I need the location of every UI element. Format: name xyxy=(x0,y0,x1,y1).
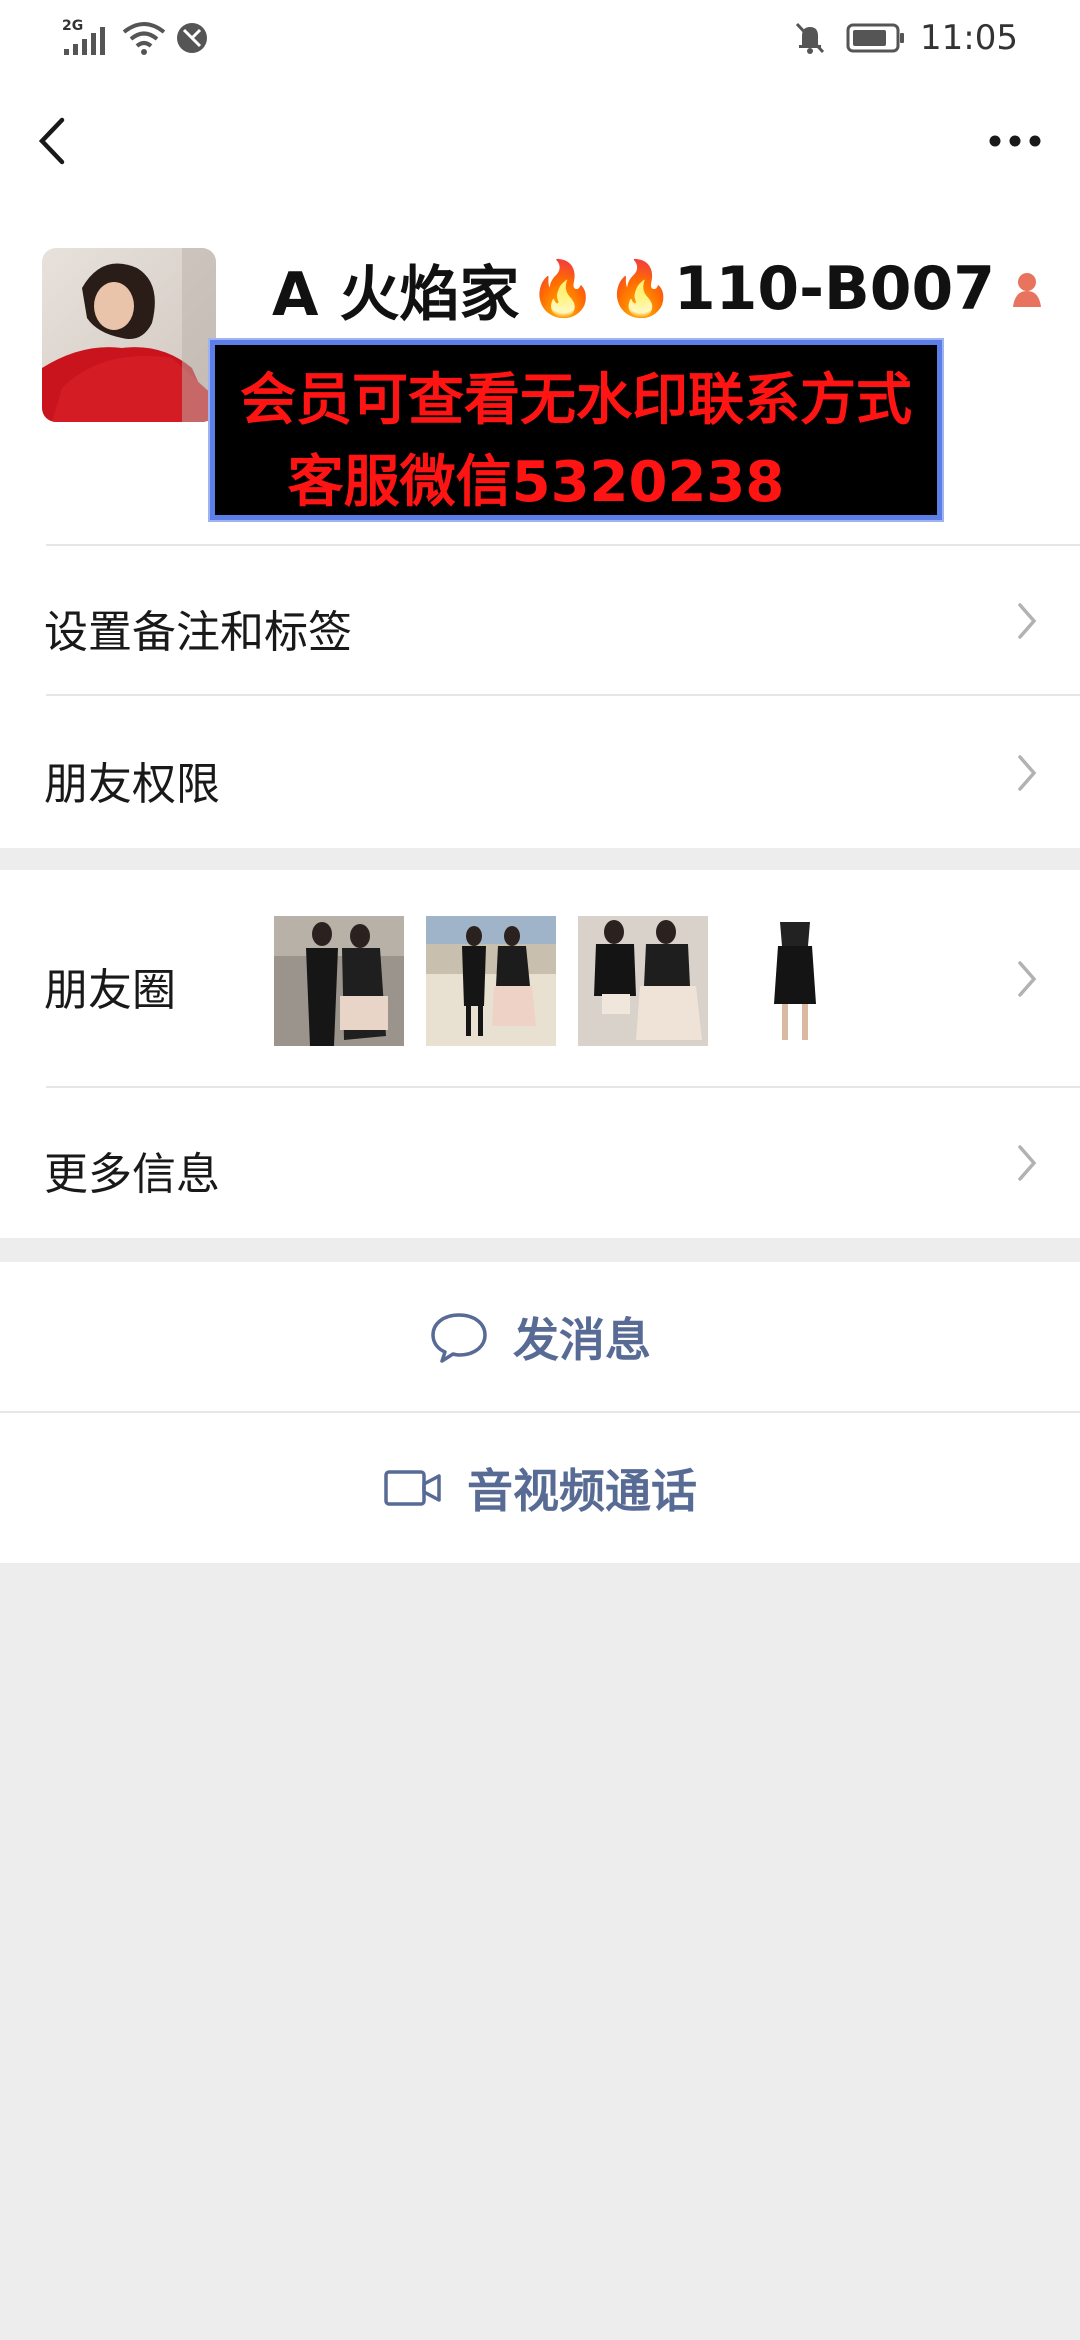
battery-icon xyxy=(846,23,905,53)
back-button[interactable] xyxy=(30,106,80,176)
moments-thumbnail xyxy=(578,916,708,1046)
nav-bar xyxy=(0,76,1080,206)
clock: 11:05 xyxy=(920,18,1018,58)
row-permission[interactable]: 朋友权限 xyxy=(0,696,1080,848)
moments-thumbnail xyxy=(730,916,860,1046)
chevron-left-icon xyxy=(38,117,65,165)
data-saver-icon xyxy=(177,23,207,53)
row-more-info-label: 更多信息 xyxy=(44,1149,220,1200)
promo-line-1: 会员可查看无水印联系方式 xyxy=(240,368,912,433)
flame-icon: 🔥 xyxy=(606,257,674,320)
thumbnail-image xyxy=(730,916,860,1046)
send-message-label: 发消息 xyxy=(513,1313,651,1367)
chat-bubble-icon xyxy=(431,1313,487,1363)
row-remark[interactable]: 设置备注和标签 xyxy=(0,546,1080,696)
status-left: 2G xyxy=(62,18,210,58)
row-moments-label: 朋友圈 xyxy=(44,965,176,1016)
row-remark-label: 设置备注和标签 xyxy=(44,607,352,658)
row-moments[interactable]: 朋友圈 xyxy=(0,870,1080,1088)
name-prefix: A 火焰家 xyxy=(272,259,520,330)
video-call-button[interactable]: 音视频通话 xyxy=(0,1413,1080,1563)
thumbnail-image xyxy=(274,916,404,1046)
mute-bell-icon xyxy=(795,22,825,54)
avatar[interactable] xyxy=(42,248,216,422)
promo-line-2: 客服微信5320238 xyxy=(287,450,785,515)
send-message-button[interactable]: 发消息 xyxy=(0,1262,1080,1412)
thumbnail-image xyxy=(578,916,708,1046)
row-permission-label: 朋友权限 xyxy=(44,759,220,810)
wifi-icon xyxy=(122,22,166,55)
moments-thumbnail xyxy=(274,916,404,1046)
name-suffix: 110-B007 xyxy=(673,254,995,324)
row-more-info[interactable]: 更多信息 xyxy=(0,1088,1080,1238)
promo-banner: 会员可查看无水印联系方式 客服微信5320238 xyxy=(210,340,942,520)
chevron-right-icon xyxy=(1018,1145,1037,1181)
female-icon xyxy=(1012,273,1041,307)
status-right: 11:05 xyxy=(792,16,1018,60)
video-call-label: 音视频通话 xyxy=(467,1464,697,1518)
flame-icon: 🔥 xyxy=(529,257,597,320)
avatar-photo xyxy=(42,248,216,422)
moments-thumbnail xyxy=(426,916,556,1046)
profile-name: A 火焰家 🔥 🔥 110-B007 xyxy=(272,244,1049,334)
chevron-right-icon xyxy=(1018,755,1037,791)
video-camera-icon xyxy=(384,1470,441,1506)
status-bar: 2G 11:05 xyxy=(0,0,1080,76)
more-button[interactable] xyxy=(980,116,1050,166)
chevron-right-icon xyxy=(1018,961,1037,997)
thumbnail-image xyxy=(426,916,556,1046)
profile-header: A 火焰家 🔥 🔥 110-B007 会员可查看无水印联系方式 客服微信5320… xyxy=(0,206,1080,546)
more-dots-icon xyxy=(989,135,1041,147)
chevron-right-icon xyxy=(1018,603,1037,639)
network-type: 2G xyxy=(62,18,84,34)
